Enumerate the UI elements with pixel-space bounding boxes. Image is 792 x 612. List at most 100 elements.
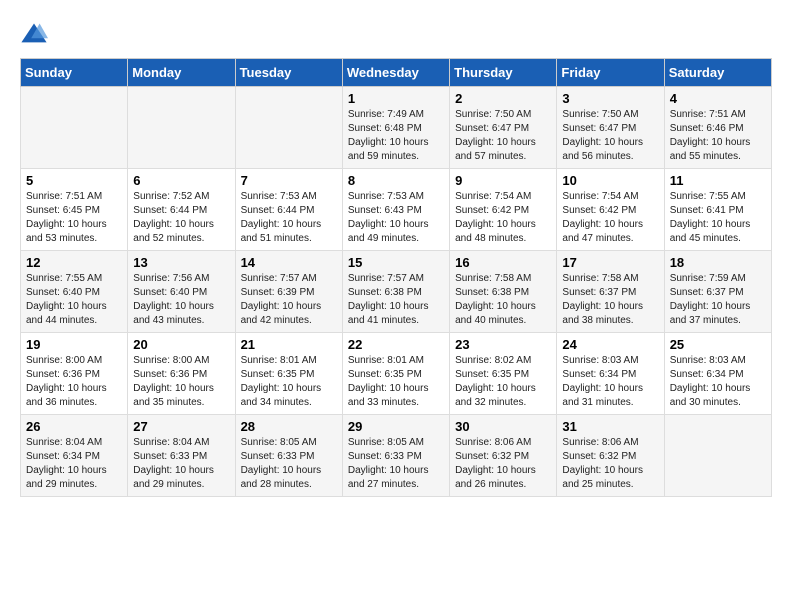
column-header-wednesday: Wednesday [342,59,449,87]
day-info: Sunrise: 7:57 AM Sunset: 6:39 PM Dayligh… [241,272,337,328]
day-number: 7 [241,173,337,188]
day-number: 14 [241,255,337,270]
calendar-table: SundayMondayTuesdayWednesdayThursdayFrid… [20,58,772,497]
calendar-cell [235,87,342,169]
calendar-cell: 3 Sunrise: 7:50 AM Sunset: 6:47 PM Daylig… [557,87,664,169]
day-number: 31 [562,419,658,434]
day-info: Sunrise: 7:56 AM Sunset: 6:40 PM Dayligh… [133,272,229,328]
header [20,20,772,48]
day-info: Sunrise: 7:54 AM Sunset: 6:42 PM Dayligh… [455,190,551,246]
calendar-cell: 31 Sunrise: 8:06 AM Sunset: 6:32 PM Dayli… [557,415,664,497]
day-number: 10 [562,173,658,188]
calendar-cell: 20 Sunrise: 8:00 AM Sunset: 6:36 PM Dayli… [128,333,235,415]
day-info: Sunrise: 7:50 AM Sunset: 6:47 PM Dayligh… [562,108,658,164]
calendar-cell: 10 Sunrise: 7:54 AM Sunset: 6:42 PM Dayli… [557,169,664,251]
day-number: 9 [455,173,551,188]
day-info: Sunrise: 7:53 AM Sunset: 6:44 PM Dayligh… [241,190,337,246]
column-header-thursday: Thursday [450,59,557,87]
calendar-cell: 12 Sunrise: 7:55 AM Sunset: 6:40 PM Dayli… [21,251,128,333]
calendar-cell [664,415,771,497]
calendar-cell [21,87,128,169]
day-number: 25 [670,337,766,352]
column-header-monday: Monday [128,59,235,87]
header-row: SundayMondayTuesdayWednesdayThursdayFrid… [21,59,772,87]
week-row-3: 12 Sunrise: 7:55 AM Sunset: 6:40 PM Dayli… [21,251,772,333]
calendar-cell: 11Sunrise: 7:55 AM Sunset: 6:41 PM Dayli… [664,169,771,251]
day-number: 6 [133,173,229,188]
day-info: Sunrise: 8:00 AM Sunset: 6:36 PM Dayligh… [26,354,122,410]
calendar-cell: 19 Sunrise: 8:00 AM Sunset: 6:36 PM Dayli… [21,333,128,415]
day-number: 16 [455,255,551,270]
day-info: Sunrise: 7:55 AM Sunset: 6:40 PM Dayligh… [26,272,122,328]
calendar-cell: 17 Sunrise: 7:58 AM Sunset: 6:37 PM Dayli… [557,251,664,333]
day-info: Sunrise: 7:58 AM Sunset: 6:37 PM Dayligh… [562,272,658,328]
day-number: 27 [133,419,229,434]
day-info: Sunrise: 8:06 AM Sunset: 6:32 PM Dayligh… [562,436,658,492]
calendar-cell: 25 Sunrise: 8:03 AM Sunset: 6:34 PM Dayli… [664,333,771,415]
day-info: Sunrise: 8:03 AM Sunset: 6:34 PM Dayligh… [670,354,766,410]
calendar-cell: 30 Sunrise: 8:06 AM Sunset: 6:32 PM Dayli… [450,415,557,497]
day-number: 11 [670,173,766,188]
calendar-cell: 21 Sunrise: 8:01 AM Sunset: 6:35 PM Dayli… [235,333,342,415]
day-number: 3 [562,91,658,106]
calendar-cell: 22 Sunrise: 8:01 AM Sunset: 6:35 PM Dayli… [342,333,449,415]
day-info: Sunrise: 8:05 AM Sunset: 6:33 PM Dayligh… [348,436,444,492]
calendar-cell: 24Sunrise: 8:03 AM Sunset: 6:34 PM Dayli… [557,333,664,415]
day-number: 18 [670,255,766,270]
calendar-cell: 6 Sunrise: 7:52 AM Sunset: 6:44 PM Daylig… [128,169,235,251]
calendar-cell: 8 Sunrise: 7:53 AM Sunset: 6:43 PM Daylig… [342,169,449,251]
day-number: 4 [670,91,766,106]
day-number: 17 [562,255,658,270]
day-info: Sunrise: 7:51 AM Sunset: 6:46 PM Dayligh… [670,108,766,164]
calendar-cell: 15 Sunrise: 7:57 AM Sunset: 6:38 PM Dayli… [342,251,449,333]
logo [20,20,54,48]
day-info: Sunrise: 8:06 AM Sunset: 6:32 PM Dayligh… [455,436,551,492]
day-number: 26 [26,419,122,434]
calendar-cell: 14 Sunrise: 7:57 AM Sunset: 6:39 PM Dayli… [235,251,342,333]
day-number: 1 [348,91,444,106]
day-number: 5 [26,173,122,188]
calendar-cell: 27 Sunrise: 8:04 AM Sunset: 6:33 PM Dayli… [128,415,235,497]
day-info: Sunrise: 7:59 AM Sunset: 6:37 PM Dayligh… [670,272,766,328]
calendar-cell: 16 Sunrise: 7:58 AM Sunset: 6:38 PM Dayli… [450,251,557,333]
calendar-cell: 1Sunrise: 7:49 AM Sunset: 6:48 PM Daylig… [342,87,449,169]
day-info: Sunrise: 7:51 AM Sunset: 6:45 PM Dayligh… [26,190,122,246]
day-number: 15 [348,255,444,270]
column-header-saturday: Saturday [664,59,771,87]
day-info: Sunrise: 8:01 AM Sunset: 6:35 PM Dayligh… [348,354,444,410]
day-info: Sunrise: 8:00 AM Sunset: 6:36 PM Dayligh… [133,354,229,410]
day-number: 19 [26,337,122,352]
calendar-cell: 29 Sunrise: 8:05 AM Sunset: 6:33 PM Dayli… [342,415,449,497]
day-info: Sunrise: 8:01 AM Sunset: 6:35 PM Dayligh… [241,354,337,410]
day-info: Sunrise: 7:54 AM Sunset: 6:42 PM Dayligh… [562,190,658,246]
day-info: Sunrise: 7:53 AM Sunset: 6:43 PM Dayligh… [348,190,444,246]
day-number: 30 [455,419,551,434]
day-number: 28 [241,419,337,434]
day-number: 12 [26,255,122,270]
day-number: 2 [455,91,551,106]
day-number: 21 [241,337,337,352]
logo-icon [20,20,48,48]
week-row-2: 5 Sunrise: 7:51 AM Sunset: 6:45 PM Daylig… [21,169,772,251]
column-header-sunday: Sunday [21,59,128,87]
day-info: Sunrise: 8:04 AM Sunset: 6:33 PM Dayligh… [133,436,229,492]
week-row-5: 26 Sunrise: 8:04 AM Sunset: 6:34 PM Dayli… [21,415,772,497]
day-number: 23 [455,337,551,352]
calendar-cell [128,87,235,169]
calendar-cell: 18 Sunrise: 7:59 AM Sunset: 6:37 PM Dayli… [664,251,771,333]
day-number: 29 [348,419,444,434]
calendar-cell: 9 Sunrise: 7:54 AM Sunset: 6:42 PM Daylig… [450,169,557,251]
day-number: 22 [348,337,444,352]
day-number: 20 [133,337,229,352]
day-info: Sunrise: 7:52 AM Sunset: 6:44 PM Dayligh… [133,190,229,246]
week-row-1: 1Sunrise: 7:49 AM Sunset: 6:48 PM Daylig… [21,87,772,169]
day-info: Sunrise: 8:04 AM Sunset: 6:34 PM Dayligh… [26,436,122,492]
day-info: Sunrise: 8:03 AM Sunset: 6:34 PM Dayligh… [562,354,658,410]
calendar-cell: 26 Sunrise: 8:04 AM Sunset: 6:34 PM Dayli… [21,415,128,497]
calendar-cell: 13Sunrise: 7:56 AM Sunset: 6:40 PM Dayli… [128,251,235,333]
column-header-tuesday: Tuesday [235,59,342,87]
day-info: Sunrise: 7:58 AM Sunset: 6:38 PM Dayligh… [455,272,551,328]
day-info: Sunrise: 7:57 AM Sunset: 6:38 PM Dayligh… [348,272,444,328]
day-info: Sunrise: 8:05 AM Sunset: 6:33 PM Dayligh… [241,436,337,492]
day-number: 8 [348,173,444,188]
